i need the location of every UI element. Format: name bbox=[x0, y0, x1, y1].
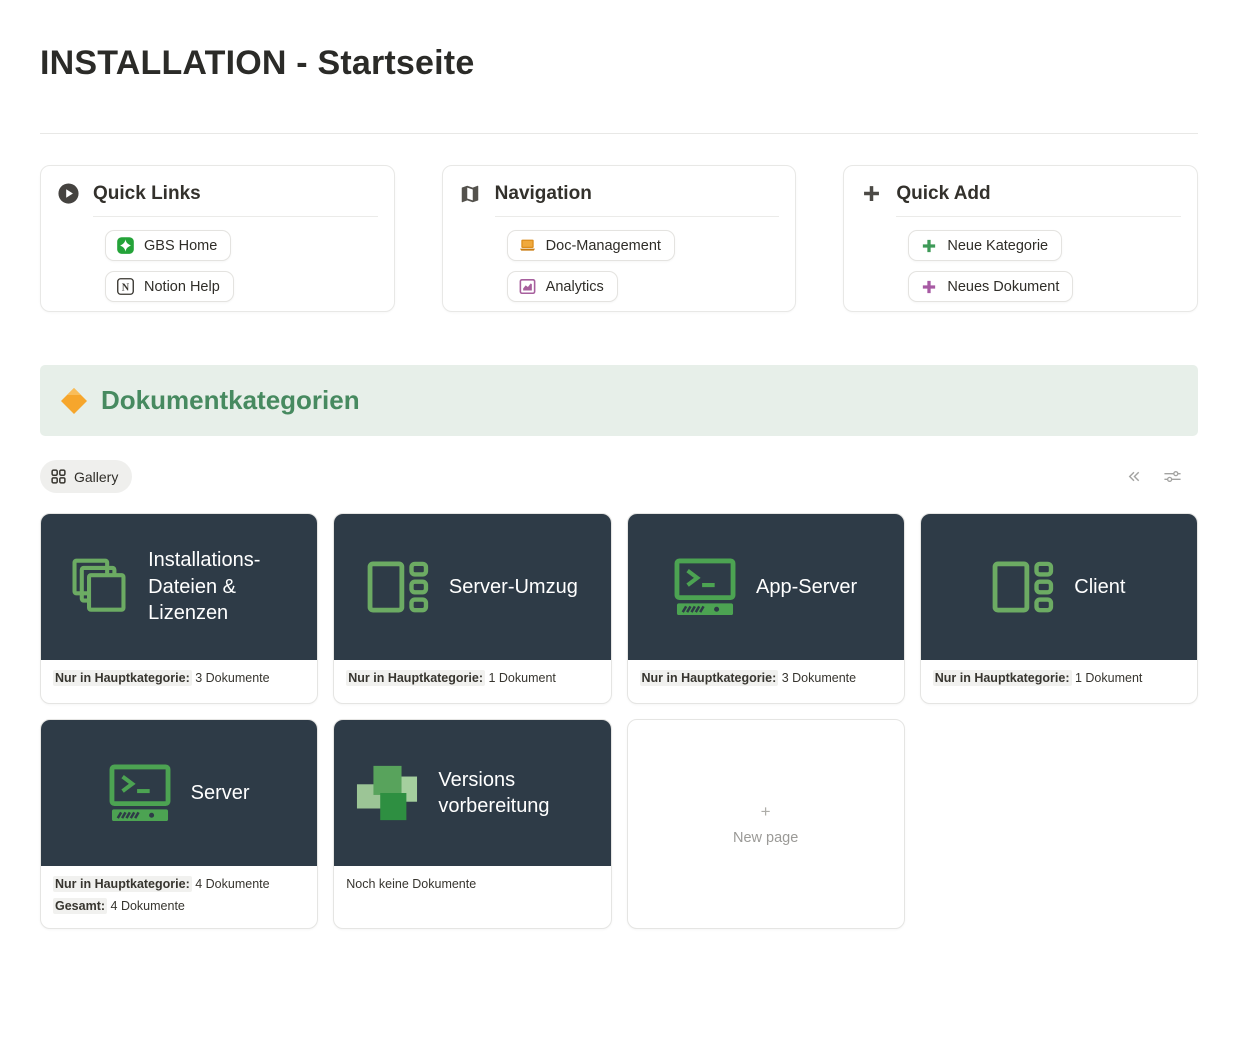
quick-add-title: Quick Add bbox=[896, 183, 990, 205]
plus-icon bbox=[860, 182, 883, 205]
list-box-icon bbox=[367, 560, 429, 614]
card-title: Installations-Dateien & Lizenzen bbox=[148, 547, 288, 626]
section-title: Dokumentkategorien bbox=[101, 385, 360, 416]
gallery-tab-label: Gallery bbox=[74, 469, 118, 485]
gallery-grid-row-2: Server Nur in Hauptkategorie: 4 Dokument… bbox=[40, 719, 1198, 929]
card-cover: Installations-Dateien & Lizenzen bbox=[41, 514, 317, 660]
gbs-home-label: GBS Home bbox=[144, 238, 217, 254]
plus-green-icon bbox=[919, 236, 938, 255]
gallery-toolbar: Gallery bbox=[40, 460, 1198, 493]
copies-icon bbox=[70, 558, 128, 616]
orange-diamond-icon bbox=[60, 387, 88, 415]
card-caption: Nur in Hauptkategorie: 1 Dokument bbox=[334, 660, 610, 700]
collapse-button[interactable] bbox=[1122, 465, 1145, 488]
play-circle-icon bbox=[57, 182, 80, 205]
neues-dokument-label: Neues Dokument bbox=[947, 279, 1059, 295]
gallery-grid-row-1: Installations-Dateien & Lizenzen Nur in … bbox=[40, 513, 1198, 704]
new-page-label: New page bbox=[733, 830, 798, 846]
gbs-app-icon bbox=[116, 236, 135, 255]
card-versionsvorbereitung[interactable]: Versions vorbereitung Noch keine Dokumen… bbox=[333, 719, 611, 929]
card-installations-dateien-lizenzen[interactable]: Installations-Dateien & Lizenzen Nur in … bbox=[40, 513, 318, 704]
navigation-title: Navigation bbox=[495, 183, 592, 205]
map-icon bbox=[459, 182, 482, 205]
grid-icon bbox=[51, 469, 66, 484]
card-client[interactable]: Client Nur in Hauptkategorie: 1 Dokument bbox=[920, 513, 1198, 704]
card-caption: Nur in Hauptkategorie: 3 Dokumente bbox=[628, 660, 904, 700]
svg-text:N: N bbox=[122, 282, 130, 293]
card-caption: Nur in Hauptkategorie: 3 Dokumente bbox=[41, 660, 317, 700]
card-cover: Server-Umzug bbox=[334, 514, 610, 660]
terminal-icon bbox=[674, 558, 736, 616]
chart-icon bbox=[518, 277, 537, 296]
card-title: App-Server bbox=[756, 574, 857, 600]
notion-help-button[interactable]: N Notion Help bbox=[105, 271, 234, 302]
card-server[interactable]: Server Nur in Hauptkategorie: 4 Dokument… bbox=[40, 719, 318, 929]
new-page-button[interactable]: + New page bbox=[627, 719, 905, 929]
quick-links-title: Quick Links bbox=[93, 183, 201, 205]
page-title: INSTALLATION - Startseite bbox=[40, 44, 1198, 83]
card-title: Client bbox=[1074, 574, 1125, 600]
quick-add-card: Quick Add Neue Kategorie Neues Dokument bbox=[843, 165, 1198, 312]
gallery-view-tab[interactable]: Gallery bbox=[40, 460, 132, 493]
laptop-icon bbox=[518, 236, 537, 255]
navigation-card: Navigation Doc-Management Analytics bbox=[442, 165, 797, 312]
card-app-server[interactable]: App-Server Nur in Hauptkategorie: 3 Doku… bbox=[627, 513, 905, 704]
card-caption: Noch keine Dokumente bbox=[334, 866, 610, 906]
card-server-umzug[interactable]: Server-Umzug Nur in Hauptkategorie: 1 Do… bbox=[333, 513, 611, 704]
terminal-icon bbox=[109, 764, 171, 822]
analytics-button[interactable]: Analytics bbox=[507, 271, 618, 302]
neue-kategorie-button[interactable]: Neue Kategorie bbox=[908, 230, 1062, 261]
analytics-label: Analytics bbox=[546, 279, 604, 295]
card-cover: Client bbox=[921, 514, 1197, 660]
plus-icon: + bbox=[761, 802, 771, 822]
doc-management-label: Doc-Management bbox=[546, 238, 661, 254]
quick-links-card: Quick Links GBS Home N Notion Help bbox=[40, 165, 395, 312]
dokumentkategorien-banner: Dokumentkategorien bbox=[40, 365, 1198, 436]
card-caption: Nur in Hauptkategorie: 4 Dokumente Gesam… bbox=[41, 866, 317, 928]
notion-logo-icon: N bbox=[116, 277, 135, 296]
view-settings-button[interactable] bbox=[1161, 467, 1184, 486]
card-title: Versions vorbereitung bbox=[438, 767, 588, 820]
title-divider bbox=[40, 133, 1198, 134]
card-title: Server bbox=[191, 780, 250, 806]
card-cover: Versions vorbereitung bbox=[334, 720, 610, 866]
neue-kategorie-label: Neue Kategorie bbox=[947, 238, 1048, 254]
card-cover: Server bbox=[41, 720, 317, 866]
pinwheel-squares-icon bbox=[356, 762, 418, 824]
card-title: Server-Umzug bbox=[449, 574, 578, 600]
card-caption: Nur in Hauptkategorie: 1 Dokument bbox=[921, 660, 1197, 700]
list-box-icon bbox=[992, 560, 1054, 614]
card-cover: App-Server bbox=[628, 514, 904, 660]
doc-management-button[interactable]: Doc-Management bbox=[507, 230, 675, 261]
gbs-home-button[interactable]: GBS Home bbox=[105, 230, 231, 261]
neues-dokument-button[interactable]: Neues Dokument bbox=[908, 271, 1073, 302]
plus-purple-icon bbox=[919, 277, 938, 296]
callout-row: Quick Links GBS Home N Notion Help bbox=[40, 165, 1198, 312]
notion-help-label: Notion Help bbox=[144, 279, 220, 295]
